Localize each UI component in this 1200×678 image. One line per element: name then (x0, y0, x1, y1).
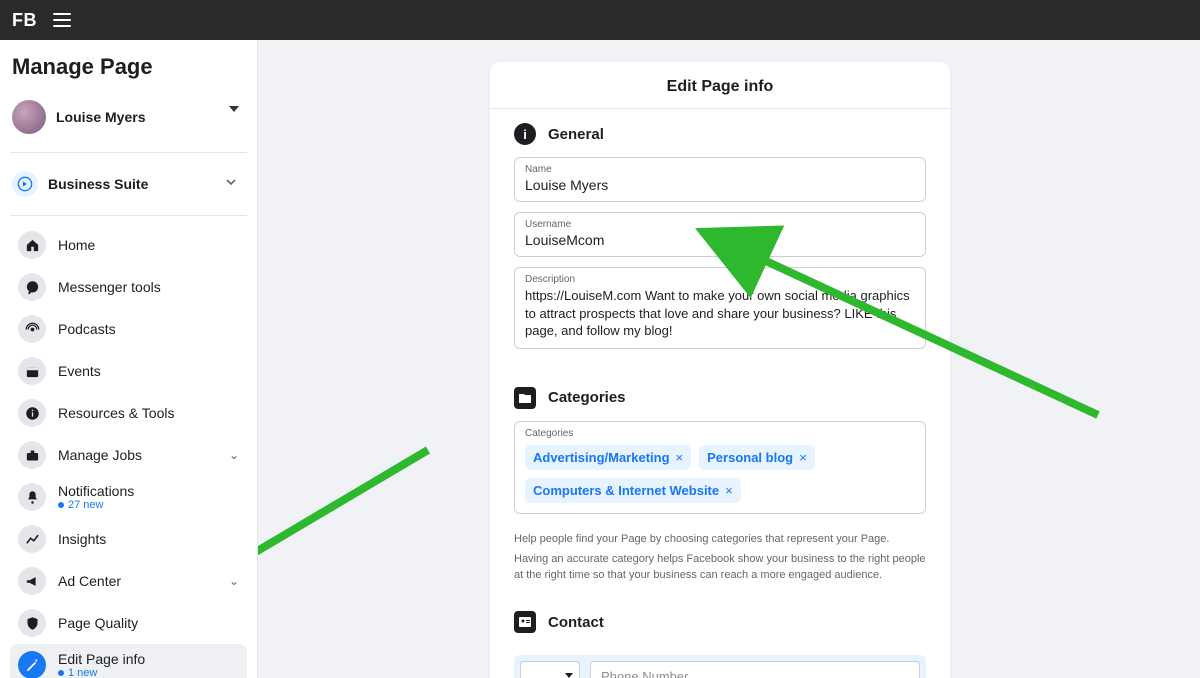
sidebar-item-ad-center[interactable]: Ad Center ⌄ (10, 560, 247, 602)
helper-text: Having an accurate category helps Facebo… (490, 552, 950, 584)
section-title: General (548, 126, 604, 143)
contact-section: Contact (490, 583, 950, 649)
phone-input[interactable]: Phone Number (590, 661, 920, 678)
sidebar-item-home[interactable]: Home (10, 224, 247, 266)
category-chip[interactable]: Advertising/Marketing× (525, 445, 691, 470)
sidebar-item-sub: 1 new (58, 667, 145, 678)
folder-icon (514, 387, 536, 409)
section-title: Categories (548, 389, 626, 406)
sidebar-item-label: Page Quality (58, 615, 138, 631)
username-field[interactable]: Username LouiseMcom (514, 212, 926, 257)
general-section: i General Name Louise Myers Username Lou… (490, 109, 950, 363)
category-chip[interactable]: Personal blog× (699, 445, 815, 470)
menu-icon[interactable] (53, 13, 71, 27)
page-selector[interactable]: Louise Myers (10, 94, 247, 144)
sidebar-item-label: Podcasts (58, 321, 116, 337)
field-value: Louise Myers (525, 177, 915, 193)
country-code-selector[interactable] (520, 661, 580, 678)
sidebar-item-label: Ad Center (58, 573, 121, 589)
sidebar-item-edit-page-info[interactable]: Edit Page info 1 new (10, 644, 247, 678)
calendar-icon (18, 357, 46, 385)
category-chip[interactable]: Computers & Internet Website× (525, 478, 741, 503)
sidebar-item-podcasts[interactable]: Podcasts (10, 308, 247, 350)
sidebar-item-resources[interactable]: Resources & Tools (10, 392, 247, 434)
sidebar-item-messenger[interactable]: Messenger tools (10, 266, 247, 308)
messenger-icon (18, 273, 46, 301)
sidebar-item-label: Manage Jobs (58, 447, 142, 463)
sidebar-item-insights[interactable]: Insights (10, 518, 247, 560)
chevron-down-icon (565, 673, 573, 678)
description-field[interactable]: Description https://LouiseM.com Want to … (514, 267, 926, 349)
sidebar-item-label: Resources & Tools (58, 405, 174, 421)
info-icon: i (514, 123, 536, 145)
close-icon[interactable]: × (676, 450, 684, 465)
topbar: FB (0, 0, 1200, 40)
logo: FB (12, 10, 37, 31)
categories-field[interactable]: Categories Advertising/Marketing× Person… (514, 421, 926, 514)
business-suite-link[interactable]: Business Suite (10, 161, 247, 207)
helper-text: Help people find your Page by choosing c… (490, 532, 950, 548)
main-content: Edit Page info i General Name Louise Mye… (258, 40, 1200, 678)
close-icon[interactable]: × (799, 450, 807, 465)
sidebar: Manage Page Louise Myers Business Suite … (0, 40, 258, 678)
edit-page-info-card: Edit Page info i General Name Louise Mye… (490, 62, 950, 678)
sidebar-item-events[interactable]: Events (10, 350, 247, 392)
sidebar-nav: Home Messenger tools Podcasts Events Res… (10, 224, 247, 678)
avatar (12, 100, 46, 134)
field-label: Username (525, 219, 915, 230)
chevron-down-icon (225, 175, 237, 193)
field-value: LouiseMcom (525, 232, 915, 248)
podcast-icon (18, 315, 46, 343)
field-label: Categories (525, 428, 915, 439)
sidebar-item-label: Messenger tools (58, 279, 161, 295)
card-title: Edit Page info (490, 62, 950, 109)
info-icon (18, 399, 46, 427)
sidebar-item-label: Insights (58, 531, 106, 547)
chevron-down-icon: ⌄ (229, 574, 239, 588)
field-label: Description (525, 274, 915, 285)
chevron-down-icon (229, 106, 239, 112)
field-value: https://LouiseM.com Want to make your ow… (525, 287, 915, 340)
sidebar-item-label: Events (58, 363, 101, 379)
manage-page-title: Manage Page (12, 54, 247, 80)
business-suite-label: Business Suite (48, 176, 148, 192)
megaphone-icon (18, 567, 46, 595)
field-label: Name (525, 164, 915, 175)
close-icon[interactable]: × (725, 483, 733, 498)
pencil-icon (18, 651, 46, 678)
annotation-arrow (258, 440, 448, 615)
contact-icon (514, 611, 536, 633)
shield-icon (18, 609, 46, 637)
sidebar-item-label: Edit Page info (58, 651, 145, 667)
chevron-down-icon: ⌄ (229, 448, 239, 462)
home-icon (18, 231, 46, 259)
briefcase-icon (18, 441, 46, 469)
sidebar-item-notifications[interactable]: Notifications 27 new (10, 476, 247, 518)
bell-icon (18, 483, 46, 511)
section-title: Contact (548, 614, 604, 631)
profile-name: Louise Myers (56, 109, 145, 125)
insights-icon (18, 525, 46, 553)
sidebar-item-page-quality[interactable]: Page Quality (10, 602, 247, 644)
phone-row: Phone Number (514, 655, 926, 678)
categories-section: Categories Categories Advertising/Market… (490, 363, 950, 528)
sidebar-item-manage-jobs[interactable]: Manage Jobs ⌄ (10, 434, 247, 476)
name-field[interactable]: Name Louise Myers (514, 157, 926, 202)
sidebar-item-label: Home (58, 237, 95, 253)
sidebar-item-label: Notifications (58, 483, 134, 499)
sidebar-item-sub: 27 new (58, 499, 134, 511)
business-suite-icon (12, 171, 38, 197)
